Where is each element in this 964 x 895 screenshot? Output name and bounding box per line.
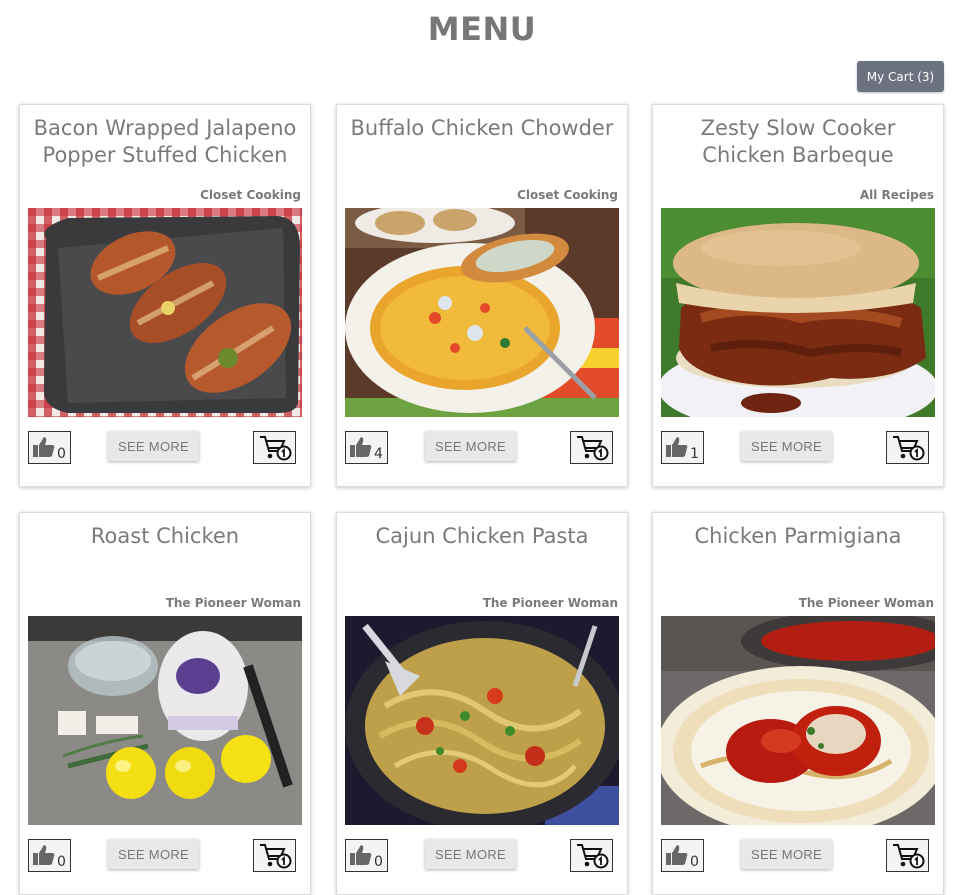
recipe-source: Closet Cooking: [517, 188, 618, 202]
recipe-image[interactable]: [345, 616, 619, 825]
add-to-cart-button[interactable]: [253, 839, 296, 872]
bbq-sandwich-photo: [661, 208, 935, 417]
recipe-title: Zesty Slow Cooker Chicken Barbeque: [700, 116, 896, 167]
like-button[interactable]: 0: [28, 839, 71, 872]
cart-add-icon: [576, 843, 608, 868]
like-count: 4: [374, 446, 383, 462]
like-button[interactable]: 0: [345, 839, 388, 872]
recipe-card: Roast Chicken The Pioneer Woman 0 SEE MO…: [19, 512, 311, 895]
recipe-source: The Pioneer Woman: [798, 596, 934, 610]
like-count: 0: [374, 854, 383, 870]
recipe-image[interactable]: [661, 208, 935, 417]
like-button[interactable]: 0: [661, 839, 704, 872]
recipe-title: Chicken Parmigiana: [694, 524, 902, 548]
parmigiana-plate-photo: [661, 616, 935, 825]
recipe-title: Buffalo Chicken Chowder: [350, 116, 614, 140]
recipe-title: Roast Chicken: [90, 524, 240, 548]
see-more-button[interactable]: SEE MORE: [425, 431, 516, 461]
recipe-title: Cajun Chicken Pasta: [375, 524, 589, 548]
recipe-image[interactable]: [345, 208, 619, 417]
recipe-card: Chicken Parmigiana The Pioneer Woman 0 S…: [652, 512, 944, 895]
see-more-button[interactable]: SEE MORE: [108, 431, 199, 461]
recipe-source: The Pioneer Woman: [482, 596, 618, 610]
add-to-cart-button[interactable]: [253, 431, 296, 464]
see-more-button[interactable]: SEE MORE: [108, 839, 199, 869]
recipe-image[interactable]: [28, 616, 302, 825]
thumbs-up-icon: [666, 437, 688, 457]
add-to-cart-button[interactable]: [570, 431, 613, 464]
thumbs-up-icon: [350, 437, 372, 457]
add-to-cart-button[interactable]: [886, 431, 929, 464]
recipe-card: Zesty Slow Cooker Chicken Barbeque All R…: [652, 104, 944, 487]
chowder-bowl-photo: [345, 208, 619, 417]
like-count: 0: [690, 854, 699, 870]
like-button[interactable]: 1: [661, 431, 704, 464]
cart-add-icon: [892, 435, 924, 460]
recipe-card: Cajun Chicken Pasta The Pioneer Woman 0 …: [336, 512, 628, 895]
thumbs-up-icon: [33, 437, 55, 457]
recipe-source: All Recipes: [859, 188, 934, 202]
thumbs-up-icon: [666, 845, 688, 865]
recipe-source: The Pioneer Woman: [165, 596, 301, 610]
see-more-button[interactable]: SEE MORE: [741, 839, 832, 869]
see-more-button[interactable]: SEE MORE: [741, 431, 832, 461]
recipe-source: Closet Cooking: [200, 188, 301, 202]
raw-chicken-lemons-photo: [28, 616, 302, 825]
recipe-title: Bacon Wrapped Jalapeno Popper Stuffed Ch…: [33, 116, 297, 167]
see-more-button[interactable]: SEE MORE: [425, 839, 516, 869]
recipe-image[interactable]: [661, 616, 935, 825]
pasta-skillet-photo: [345, 616, 619, 825]
thumbs-up-icon: [350, 845, 372, 865]
recipe-image[interactable]: [28, 208, 302, 417]
like-button[interactable]: 0: [28, 431, 71, 464]
menu-grid: Bacon Wrapped Jalapeno Popper Stuffed Ch…: [0, 0, 964, 895]
like-count: 1: [690, 446, 699, 462]
thumbs-up-icon: [33, 845, 55, 865]
like-button[interactable]: 4: [345, 431, 388, 464]
like-count: 0: [57, 446, 66, 462]
add-to-cart-button[interactable]: [886, 839, 929, 872]
cart-add-icon: [892, 843, 924, 868]
bacon-wrapped-chicken-photo: [28, 208, 302, 417]
cart-add-icon: [259, 435, 291, 460]
recipe-card: Buffalo Chicken Chowder Closet Cooking 4…: [336, 104, 628, 487]
like-count: 0: [57, 854, 66, 870]
cart-add-icon: [259, 843, 291, 868]
add-to-cart-button[interactable]: [570, 839, 613, 872]
recipe-card: Bacon Wrapped Jalapeno Popper Stuffed Ch…: [19, 104, 311, 487]
cart-add-icon: [576, 435, 608, 460]
